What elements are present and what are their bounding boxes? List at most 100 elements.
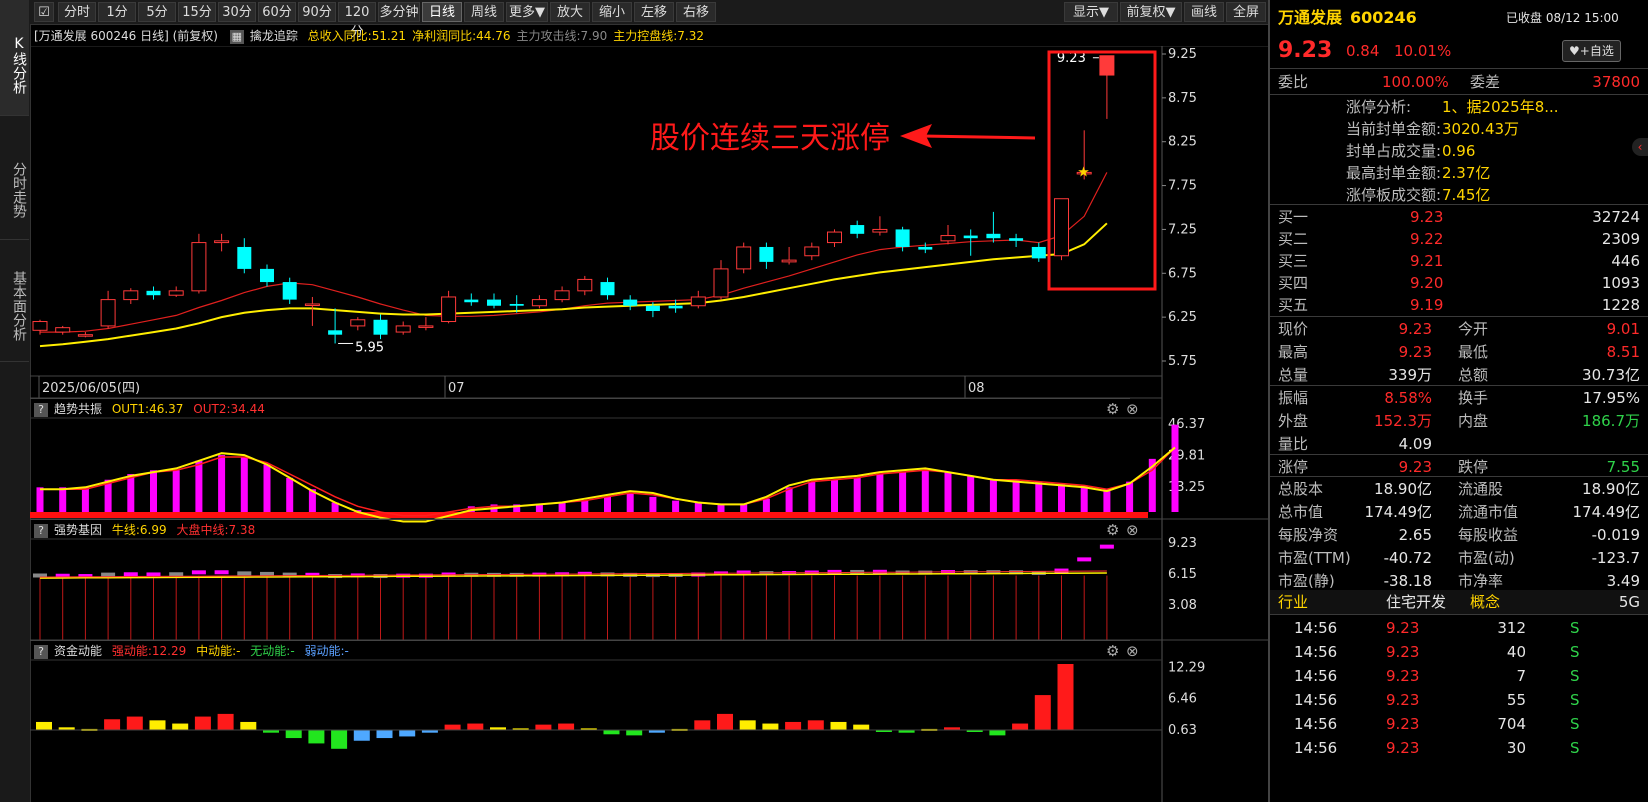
toolbar-button-0[interactable]: 分时 [58,2,96,22]
tab-kline[interactable]: K线分析 [0,0,29,116]
panel2-tick: 9.23 [1168,536,1197,551]
tab-fundamentals[interactable]: 基本面分析 [0,242,29,362]
collapse-arrow-icon[interactable]: ‹ [1632,138,1648,156]
bid-row: 买四 9.20 1093 [1270,272,1648,294]
view-tabs: K线分析 分时走势 基本面分析 [0,0,31,802]
toolbar-button-8[interactable]: 多分钟 [378,2,420,22]
toolbar-button-1[interactable]: 1分 [98,2,136,22]
toolbar-right-button-3[interactable]: 全屏 [1226,2,1266,22]
panel3-bar [149,720,166,730]
panel3-bar [308,730,325,744]
candle-body-up [32,321,48,331]
toolbar-right-button-0[interactable]: 显示▼ [1064,2,1118,22]
trade-time: 14:56 [1294,691,1338,709]
trade-side: S [1570,667,1580,685]
trade-side: S [1570,715,1580,733]
bid-volume: 32724 [1592,208,1640,226]
toolbar-button-13[interactable]: 缩小 [592,2,632,22]
toolbar-button-10[interactable]: 周线 [464,2,504,22]
close-icon[interactable]: ⊗ [1126,521,1139,539]
panel3-tick: 0.63 [1168,723,1197,738]
toolbar-button-5[interactable]: 60分 [258,2,296,22]
info-item-1: 净利润同比:44.76 [412,29,511,43]
stat-row: 外盘 152.3万 内盘 186.7万 [1270,410,1648,432]
stat-value: 8.51 [1606,343,1640,361]
trade-price: 9.23 [1386,739,1420,757]
stat-row: 振幅 8.58% 换手 17.95% [1270,387,1648,409]
price-tick: 7.25 [1168,222,1197,237]
close-icon[interactable]: ⊗ [1126,400,1139,418]
limit-label: 封单占成交量: [1346,142,1442,160]
candle-body-up [827,231,842,244]
tab-intraday[interactable]: 分时走势 [0,118,29,240]
candle-body-up [55,327,71,333]
quote-header: 万通发展 600246 已收盘 08/12 15:00 [1270,6,1648,32]
candle-body-down [668,305,683,309]
quote-panel: 万通发展 600246 已收盘 08/12 15:00 9.23 0.84 10… [1268,0,1648,802]
panel2-mark [101,572,116,577]
price-tick: 8.75 [1168,91,1197,106]
panel3-bar [989,730,1006,736]
stock-name: 万通发展 [1278,8,1343,27]
annotation-arrow-line [921,134,1036,140]
candle-body-up [304,303,320,306]
toolbar-button-4[interactable]: 30分 [218,2,256,22]
bid-price: 9.22 [1410,230,1444,248]
help-icon[interactable]: ? [34,523,48,538]
stat-value: 2.65 [1398,526,1432,544]
candle-body-down [146,290,161,296]
gear-icon[interactable]: ⚙ [1106,521,1119,539]
gear-icon[interactable]: ⚙ [1106,400,1119,418]
toolbar-button-3[interactable]: 15分 [178,2,216,22]
help-icon[interactable]: ? [34,644,48,659]
toolbar-button-6[interactable]: 90分 [298,2,336,22]
stock-code: 600246 [1350,8,1417,27]
help-icon[interactable]: ▦ [229,29,244,44]
toolbar-button-14[interactable]: 左移 [634,2,674,22]
order-ratio-row: 委比 100.00% 委差 37800 [1270,70,1648,94]
industry[interactable]: 住宅开发 [1386,590,1446,614]
panel1-bar [626,493,634,512]
stat-label: 市盈(动) [1458,549,1515,567]
chart-area[interactable]: 9.25 8.75 8.25 7.75 7.25 6.75 6.25 5.75 2025/06/… [30,46,1268,802]
trade-volume: 7 [1516,667,1526,685]
checkbox-icon[interactable]: ☑ [34,2,54,22]
candle-body-up [77,334,93,337]
candle-body-up [100,299,116,327]
toolbar-button-12[interactable]: 放大 [550,2,590,22]
price-line: 9.23 0.84 10.01% ♥+自选 [1270,36,1648,66]
toolbar-button-11[interactable]: 更多▼ [506,2,548,22]
toolbar-right-button-2[interactable]: 画线 [1184,2,1224,22]
candle-body-up [804,246,820,257]
limit-analysis-row: 最高封单金额: 2.37亿 [1270,162,1648,184]
toolbar-right-button-1[interactable]: 前复权▼ [1120,2,1182,22]
limit-value: 2.37亿 [1442,164,1491,182]
panel1-bar [717,504,725,512]
candle-body-down [850,225,865,234]
help-icon[interactable]: ? [34,402,48,417]
toolbar-button-2[interactable]: 5分 [138,2,176,22]
close-icon[interactable]: ⊗ [1126,642,1139,660]
panel1-bar [195,460,203,512]
concept[interactable]: 5G [1619,590,1640,614]
candle-body-down [260,268,274,283]
panel1-bar [762,498,770,512]
gear-icon[interactable]: ⚙ [1106,642,1119,660]
panel1-bar [558,502,566,512]
toolbar-button-9[interactable]: 日线 [422,2,462,22]
toolbar-button-15[interactable]: 右移 [676,2,716,22]
trade-time: 14:56 [1294,739,1338,757]
trade-volume: 30 [1506,739,1526,757]
stat-label: 市盈(静) [1278,572,1335,590]
stat-value: 4.09 [1398,435,1432,453]
add-watchlist-button[interactable]: ♥+自选 [1562,40,1621,62]
panel1-bar [808,481,816,512]
stat-value: 3.49 [1606,572,1640,590]
toolbar-button-7[interactable]: 120分 [338,2,376,40]
bid-price: 9.19 [1410,296,1444,314]
bid-row: 买一 9.23 32724 [1270,206,1648,228]
stat-label: 市盈(TTM) [1278,549,1351,567]
bid-price: 9.21 [1410,252,1444,270]
stat-label: 今开 [1458,320,1489,338]
stat-value: 7.55 [1606,458,1640,476]
